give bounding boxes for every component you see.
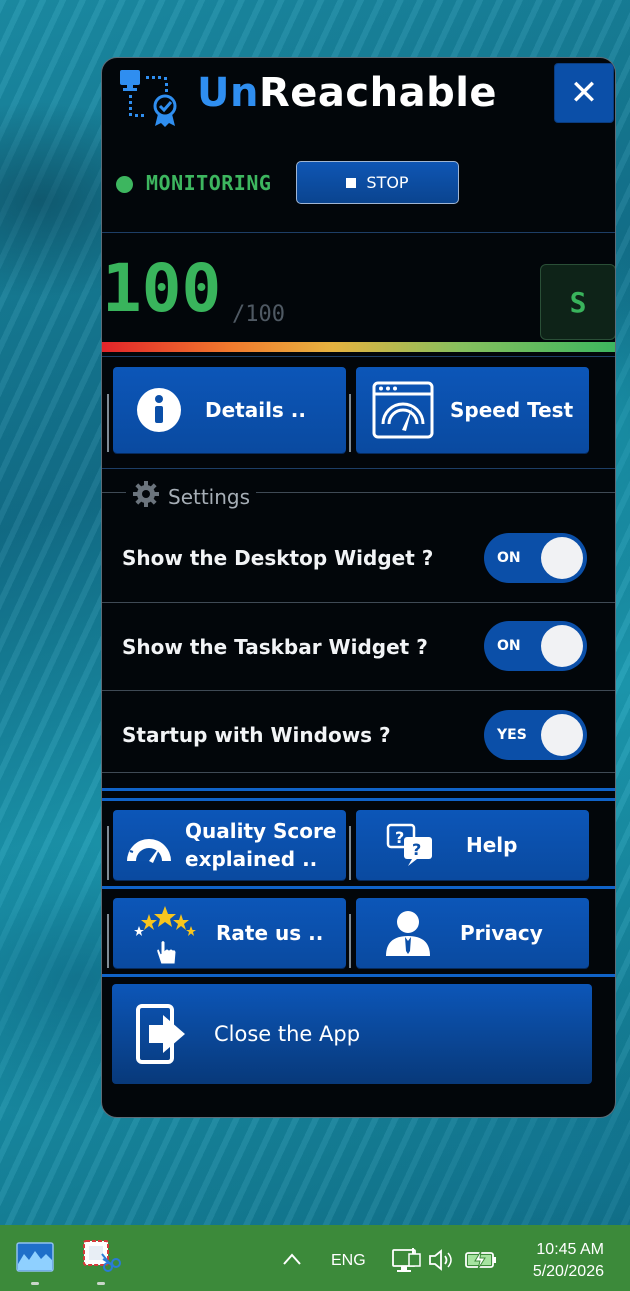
toggle-knob bbox=[541, 625, 583, 667]
svg-text:?: ? bbox=[395, 828, 404, 847]
setting-row-taskbar-widget: Show the Taskbar Widget ? ON bbox=[102, 603, 615, 691]
separator bbox=[107, 826, 109, 880]
separator bbox=[107, 394, 109, 452]
taskbar-widget-toggle[interactable]: ON bbox=[484, 621, 587, 671]
quality-score-label: Quality Score explained .. bbox=[185, 817, 336, 873]
info-icon bbox=[113, 387, 205, 433]
setting-label: Startup with Windows ? bbox=[122, 723, 391, 747]
stop-button[interactable]: STOP bbox=[296, 161, 459, 204]
taskbar: ENG 10:45 AM 5/20/2026 bbox=[0, 1225, 630, 1291]
toggle-state: YES bbox=[497, 727, 527, 743]
setting-label: Show the Desktop Widget ? bbox=[122, 546, 434, 570]
close-app-button[interactable]: Close the App bbox=[112, 984, 592, 1084]
separator bbox=[349, 914, 351, 968]
divider bbox=[102, 788, 615, 791]
toggle-knob bbox=[541, 537, 583, 579]
separator bbox=[349, 826, 351, 880]
app-title-part1: Un bbox=[197, 70, 259, 116]
quality-score-value: 100 bbox=[102, 250, 222, 327]
quality-label-line2: explained .. bbox=[185, 847, 318, 871]
app-title: UnReachable bbox=[197, 70, 497, 116]
monitoring-status: MONITORING bbox=[146, 171, 272, 195]
speed-test-button[interactable]: Speed Test bbox=[356, 367, 589, 453]
running-indicator bbox=[97, 1282, 105, 1285]
details-button[interactable]: Details .. bbox=[113, 367, 346, 453]
settings-legend: Settings bbox=[126, 480, 257, 513]
quality-grade-badge: S bbox=[540, 264, 615, 340]
startup-windows-toggle[interactable]: YES bbox=[484, 710, 587, 760]
help-chat-icon: ?? bbox=[356, 823, 466, 867]
help-label: Help bbox=[466, 833, 518, 857]
toggle-state: ON bbox=[497, 550, 521, 566]
divider bbox=[102, 798, 615, 801]
show-hidden-icons-button[interactable] bbox=[282, 1247, 302, 1271]
toggle-knob bbox=[541, 714, 583, 756]
rate-us-button[interactable]: Rate us .. bbox=[113, 898, 346, 968]
divider bbox=[102, 356, 615, 357]
details-label: Details .. bbox=[205, 398, 306, 422]
setting-row-startup-windows: Startup with Windows ? YES bbox=[102, 691, 615, 779]
help-button[interactable]: ?? Help bbox=[356, 810, 589, 880]
settings-title: Settings bbox=[168, 484, 251, 509]
app-window: UnReachable ✕ MONITORING STOP 100 /100 S… bbox=[101, 57, 616, 1118]
separator bbox=[349, 394, 351, 452]
close-window-button[interactable]: ✕ bbox=[554, 63, 614, 123]
grade-letter: S bbox=[569, 285, 587, 319]
status-indicator-dot bbox=[116, 176, 133, 193]
desktop-widget-toggle[interactable]: ON bbox=[484, 533, 587, 583]
quality-label-line1: Quality Score bbox=[185, 819, 337, 843]
privacy-label: Privacy bbox=[460, 921, 543, 945]
network-monitor-badge-icon bbox=[118, 68, 180, 130]
rate-us-label: Rate us .. bbox=[216, 921, 324, 945]
app-title-part2: Reachable bbox=[258, 70, 498, 116]
setting-row-desktop-widget: Show the Desktop Widget ? ON bbox=[102, 514, 615, 602]
toggle-state: ON bbox=[497, 638, 521, 654]
rating-stars-icon bbox=[113, 900, 216, 966]
volume-icon[interactable] bbox=[428, 1249, 454, 1275]
speed-test-label: Speed Test bbox=[450, 398, 574, 422]
row-divider bbox=[102, 772, 615, 773]
clock-date: 5/20/2026 bbox=[532, 1263, 604, 1280]
divider bbox=[102, 468, 615, 469]
privacy-button[interactable]: Privacy bbox=[356, 898, 589, 968]
network-icon[interactable] bbox=[392, 1248, 422, 1278]
battery-charging-icon[interactable] bbox=[465, 1250, 497, 1274]
quality-score-max: /100 bbox=[232, 302, 285, 327]
divider bbox=[102, 974, 615, 977]
gear-icon bbox=[132, 480, 160, 513]
clock[interactable]: 10:45 AM 5/20/2026 bbox=[520, 1239, 604, 1283]
stop-icon bbox=[346, 177, 357, 188]
snipping-tool-icon[interactable] bbox=[82, 1239, 122, 1281]
gauge-icon bbox=[113, 825, 185, 865]
speedometer-browser-icon bbox=[356, 380, 450, 440]
input-language[interactable]: ENG bbox=[331, 1252, 366, 1270]
score-gradient-bar bbox=[102, 342, 615, 352]
close-app-label: Close the App bbox=[214, 1022, 361, 1046]
running-indicator bbox=[31, 1282, 39, 1285]
divider bbox=[102, 886, 615, 889]
network-graph-app-icon[interactable] bbox=[16, 1242, 54, 1276]
quality-score-explained-button[interactable]: Quality Score explained .. bbox=[113, 810, 346, 880]
divider bbox=[102, 232, 615, 233]
stop-label: STOP bbox=[366, 173, 409, 192]
close-icon: ✕ bbox=[569, 73, 599, 113]
svg-text:?: ? bbox=[412, 840, 421, 859]
clock-time: 10:45 AM bbox=[536, 1241, 604, 1258]
setting-label: Show the Taskbar Widget ? bbox=[122, 635, 428, 659]
separator bbox=[107, 914, 109, 968]
user-icon bbox=[356, 910, 460, 956]
exit-door-icon bbox=[112, 1003, 214, 1065]
